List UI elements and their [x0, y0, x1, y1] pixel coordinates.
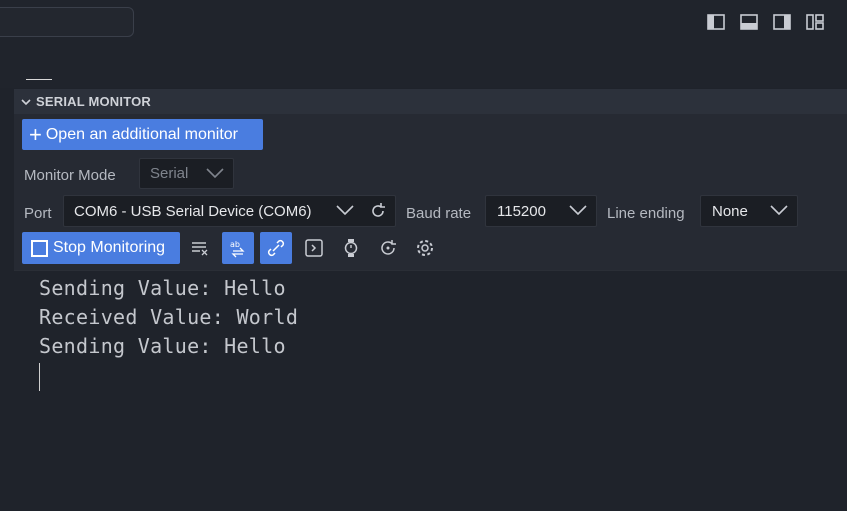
- monitor-mode-select[interactable]: Serial: [139, 158, 234, 189]
- serial-output[interactable]: Sending Value: Hello Received Value: Wor…: [14, 270, 847, 511]
- chevron-down-icon: [335, 203, 355, 221]
- plus-icon: +: [29, 121, 42, 147]
- toggle-panel-icon[interactable]: [739, 12, 759, 32]
- baud-rate-select[interactable]: 115200: [485, 195, 597, 227]
- open-additional-monitor-button[interactable]: + Open an additional monitor: [22, 119, 263, 150]
- line-ending-label: Line ending: [607, 205, 685, 222]
- port-label: Port: [24, 205, 52, 222]
- serial-monitor-header[interactable]: SERIAL MONITOR: [14, 89, 847, 114]
- connect-icon[interactable]: [260, 232, 292, 264]
- chevron-down-icon[interactable]: [16, 92, 36, 112]
- output-line: Received Value: World: [39, 305, 299, 329]
- clear-output-icon[interactable]: [184, 232, 216, 264]
- port-value: COM6 - USB Serial Device (COM6): [74, 202, 312, 220]
- toggle-primary-sidebar-icon[interactable]: [706, 12, 726, 32]
- line-ending-value: None: [712, 202, 748, 220]
- monitor-mode-value: Serial: [150, 165, 189, 182]
- customize-layout-icon[interactable]: [805, 12, 825, 32]
- stop-monitoring-label: Stop Monitoring: [53, 239, 166, 256]
- reset-icon[interactable]: [372, 232, 404, 264]
- panel-title: SERIAL MONITOR: [36, 94, 151, 109]
- refresh-icon[interactable]: [369, 202, 387, 224]
- baud-rate-label: Baud rate: [406, 205, 472, 222]
- terminal-icon[interactable]: [298, 232, 330, 264]
- output-line: Sending Value: Hello: [39, 334, 286, 358]
- port-select[interactable]: COM6 - USB Serial Device (COM6): [63, 195, 396, 227]
- toggle-text-hex-icon[interactable]: ab: [222, 232, 254, 264]
- chevron-down-icon: [205, 166, 225, 184]
- svg-text:ab: ab: [230, 240, 240, 249]
- line-ending-select[interactable]: None: [700, 195, 798, 227]
- timestamp-icon[interactable]: [335, 232, 367, 264]
- output-line: Sending Value: Hello: [39, 276, 286, 300]
- chevron-down-icon: [568, 203, 588, 221]
- text-cursor: [39, 363, 40, 391]
- baud-rate-value: 115200: [497, 202, 546, 220]
- stop-icon: [31, 239, 48, 257]
- serial-monitor-toolbar: + Open an additional monitor Monitor Mod…: [14, 114, 847, 270]
- active-tab-indicator: [26, 79, 52, 80]
- top-bar: [0, 0, 847, 88]
- layout-controls: [706, 12, 825, 32]
- open-monitor-label: Open an additional monitor: [45, 125, 238, 143]
- stop-monitoring-button[interactable]: Stop Monitoring: [22, 232, 180, 264]
- monitor-mode-label: Monitor Mode: [24, 167, 116, 184]
- search-input[interactable]: [0, 7, 134, 37]
- chevron-down-icon: [769, 203, 789, 221]
- gear-icon[interactable]: [409, 232, 441, 264]
- toggle-secondary-sidebar-icon[interactable]: [772, 12, 792, 32]
